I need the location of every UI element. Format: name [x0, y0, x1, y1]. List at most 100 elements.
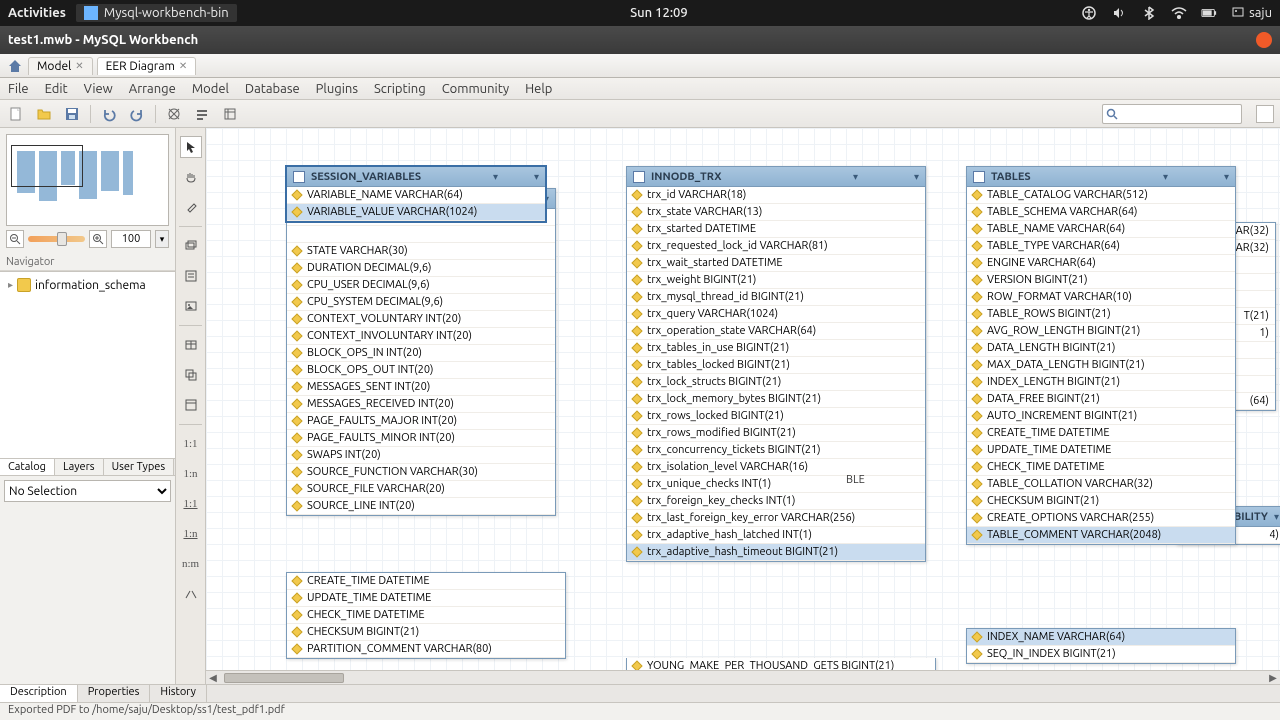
menu-arrange[interactable]: Arrange	[129, 82, 176, 96]
table-column[interactable]: TABLE_NAME VARCHAR(64)	[967, 221, 1235, 238]
table-column[interactable]: trx_adaptive_hash_timeout BIGINT(21)	[627, 544, 925, 561]
table-column[interactable]: UPDATE_TIME DATETIME	[967, 442, 1235, 459]
table-column[interactable]: SOURCE_FUNCTION VARCHAR(30)	[287, 464, 555, 481]
notation-button[interactable]	[220, 104, 240, 124]
eer-table-tables[interactable]: TABLES ▾ ▾ TABLE_CATALOG VARCHAR(512)TAB…	[966, 166, 1236, 545]
table-column[interactable]: trx_query VARCHAR(1024)	[627, 306, 925, 323]
table-column[interactable]: trx_adaptive_hash_latched INT(1)	[627, 527, 925, 544]
table-column[interactable]: CPU_USER DECIMAL(9,6)	[287, 277, 555, 294]
battery-icon[interactable]	[1201, 5, 1217, 21]
table-column[interactable]: CONTEXT_INVOLUNTARY INT(20)	[287, 328, 555, 345]
accessibility-icon[interactable]	[1081, 5, 1097, 21]
toggle-grid-button[interactable]	[164, 104, 184, 124]
close-icon[interactable]	[1256, 32, 1272, 48]
table-column[interactable]: trx_id VARCHAR(18)	[627, 187, 925, 204]
rel-1-n-tool[interactable]: 1:n	[180, 463, 202, 485]
volume-icon[interactable]	[1111, 5, 1127, 21]
note-tool[interactable]	[180, 265, 202, 287]
zoom-value[interactable]: 100	[111, 230, 151, 248]
activities-button[interactable]: Activities	[8, 6, 66, 20]
save-button[interactable]	[62, 104, 82, 124]
rel-1-1-tool[interactable]: 1:1	[180, 433, 202, 455]
eer-table-partitions[interactable]: CREATE_TIME DATETIMEUPDATE_TIME DATETIME…	[286, 572, 566, 659]
table-column[interactable]: trx_last_foreign_key_error VARCHAR(256)	[627, 510, 925, 527]
menu-help[interactable]: Help	[525, 82, 552, 96]
table-column[interactable]: PAGE_FAULTS_MAJOR INT(20)	[287, 413, 555, 430]
table-column[interactable]: AVG_ROW_LENGTH BIGINT(21)	[967, 323, 1235, 340]
table-column[interactable]: trx_concurrency_tickets BIGINT(21)	[627, 442, 925, 459]
table-column[interactable]: trx_mysql_thread_id BIGINT(21)	[627, 289, 925, 306]
table-column[interactable]: UPDATE_TIME DATETIME	[287, 590, 565, 607]
layer-tool[interactable]	[180, 235, 202, 257]
menu-plugins[interactable]: Plugins	[316, 82, 358, 96]
chevron-down-icon[interactable]: ▾	[914, 171, 919, 183]
sidebar-tab-usertypes[interactable]: User Types	[104, 459, 175, 475]
clock[interactable]: Sun 12:09	[237, 6, 1081, 20]
table-column[interactable]: SOURCE_FILE VARCHAR(20)	[287, 481, 555, 498]
table-column[interactable]: CHECKSUM BIGINT(21)	[967, 493, 1235, 510]
table-column[interactable]: DATA_LENGTH BIGINT(21)	[967, 340, 1235, 357]
rel-existing-tool[interactable]	[180, 583, 202, 605]
table-column[interactable]: MESSAGES_SENT INT(20)	[287, 379, 555, 396]
table-column[interactable]: trx_foreign_key_checks INT(1)	[627, 493, 925, 510]
user-menu-icon[interactable]: saju	[1231, 5, 1272, 21]
table-column[interactable]: TABLE_ROWS BIGINT(21)	[967, 306, 1235, 323]
table-column[interactable]: CONTEXT_VOLUNTARY INT(20)	[287, 311, 555, 328]
table-column[interactable]: trx_unique_checks INT(1)	[627, 476, 925, 493]
expand-icon[interactable]: ▸	[8, 279, 13, 291]
align-button[interactable]	[192, 104, 212, 124]
menu-view[interactable]: View	[84, 82, 113, 96]
rel-1-n-id-tool[interactable]: 1:n	[180, 523, 202, 545]
tab-model[interactable]: Model ✕	[28, 57, 93, 75]
scroll-left-icon[interactable]: ◀	[206, 672, 220, 684]
table-column[interactable]: CHECK_TIME DATETIME	[287, 607, 565, 624]
table-column[interactable]: trx_lock_memory_bytes BIGINT(21)	[627, 391, 925, 408]
table-column[interactable]: SWAPS INT(20)	[287, 447, 555, 464]
bottom-tab-description[interactable]: Description	[0, 685, 78, 702]
table-column[interactable]: trx_started DATETIME	[627, 221, 925, 238]
minimap[interactable]	[6, 134, 169, 226]
table-column[interactable]: INDEX_LENGTH BIGINT(21)	[967, 374, 1235, 391]
table-column[interactable]: CPU_SYSTEM DECIMAL(9,6)	[287, 294, 555, 311]
bottom-tab-properties[interactable]: Properties	[78, 685, 151, 702]
tab-close-icon[interactable]: ✕	[75, 60, 83, 72]
sidebar-tab-catalog[interactable]: Catalog	[0, 459, 55, 475]
hand-tool[interactable]	[180, 166, 202, 188]
pointer-tool[interactable]	[180, 136, 202, 158]
tab-close-icon[interactable]: ✕	[179, 60, 187, 72]
catalog-tree[interactable]: ▸ information_schema	[0, 271, 175, 458]
table-column[interactable]: CHECK_TIME DATETIME	[967, 459, 1235, 476]
table-column[interactable]: ROW_FORMAT VARCHAR(10)	[967, 289, 1235, 306]
table-column[interactable]: PARTITION_COMMENT VARCHAR(80)	[287, 641, 565, 658]
zoom-slider[interactable]	[28, 236, 85, 242]
routine-tool[interactable]	[180, 394, 202, 416]
chevron-down-icon[interactable]: ▾	[493, 171, 498, 183]
redo-button[interactable]	[127, 104, 147, 124]
table-column[interactable]: DATA_FREE BIGINT(21)	[967, 391, 1235, 408]
table-column[interactable]: trx_rows_modified BIGINT(21)	[627, 425, 925, 442]
chevron-down-icon[interactable]: ▾	[1274, 511, 1279, 523]
table-column[interactable]: VARIABLE_VALUE VARCHAR(1024)	[287, 204, 545, 221]
undo-button[interactable]	[99, 104, 119, 124]
new-file-button[interactable]	[6, 104, 26, 124]
table-column[interactable]: trx_isolation_level VARCHAR(16)	[627, 459, 925, 476]
rel-1-1-id-tool[interactable]: 1:1	[180, 493, 202, 515]
zoom-dropdown[interactable]: ▾	[155, 230, 169, 248]
zoom-in-button[interactable]	[89, 230, 107, 248]
table-column[interactable]: trx_tables_in_use BIGINT(21)	[627, 340, 925, 357]
tab-eer-diagram[interactable]: EER Diagram ✕	[97, 57, 197, 75]
table-column[interactable]: CREATE_TIME DATETIME	[967, 425, 1235, 442]
canvas[interactable]: INT(21)N BIGINT(21) (12)TTEXTXT ▾ STATE …	[206, 128, 1280, 684]
home-icon[interactable]	[6, 57, 24, 75]
table-column[interactable]: trx_wait_started DATETIME	[627, 255, 925, 272]
scrollbar-thumb[interactable]	[224, 673, 344, 683]
table-column[interactable]: MESSAGES_RECEIVED INT(20)	[287, 396, 555, 413]
horizontal-scrollbar[interactable]: ◀ ▶	[206, 670, 1280, 684]
table-column[interactable]: CHECKSUM BIGINT(21)	[287, 624, 565, 641]
scroll-right-icon[interactable]: ▶	[1266, 672, 1280, 684]
table-column[interactable]: ENGINE VARCHAR(64)	[967, 255, 1235, 272]
eraser-tool[interactable]	[180, 196, 202, 218]
table-column[interactable]: trx_operation_state VARCHAR(64)	[627, 323, 925, 340]
chevron-down-icon[interactable]: ▾	[853, 171, 858, 183]
table-column[interactable]: VERSION BIGINT(21)	[967, 272, 1235, 289]
